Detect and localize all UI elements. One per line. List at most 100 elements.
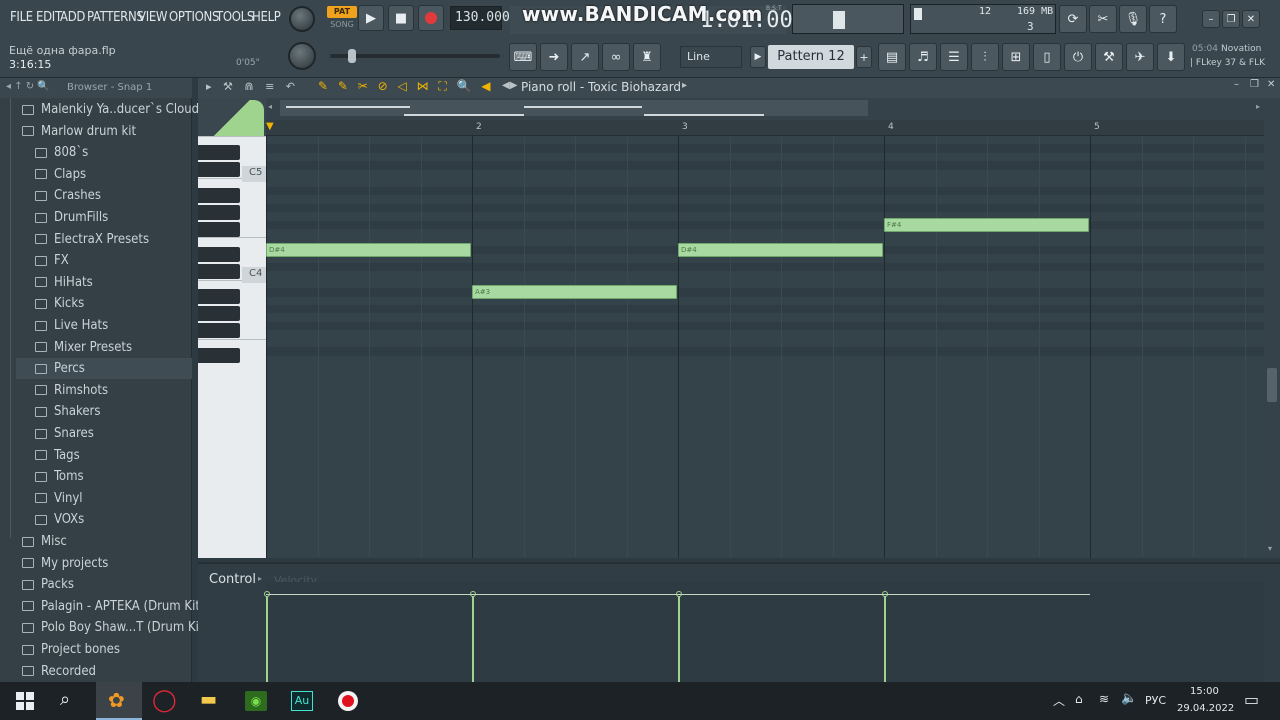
tray-network-icon[interactable]: ⌂	[1075, 692, 1083, 706]
horizontal-scrollbar[interactable]: ◂ ▸	[266, 98, 1280, 120]
scroll-track[interactable]	[280, 100, 868, 116]
black-key[interactable]	[198, 348, 240, 364]
browser-item[interactable]: Shakers	[35, 401, 100, 422]
browser-item[interactable]: HiHats	[35, 272, 93, 293]
master-volume-knob[interactable]	[289, 6, 315, 32]
menu-view[interactable]: VIEW	[138, 10, 168, 25]
pat-mode-button[interactable]: PAT	[327, 6, 357, 18]
record-button[interactable]	[418, 5, 444, 31]
typing-keyboard-button[interactable]: ⌨	[509, 43, 537, 71]
pr-maximize-icon[interactable]: ❐	[1250, 79, 1259, 90]
browser-item[interactable]: Marlow drum kit	[22, 121, 136, 142]
note[interactable]: F#4	[884, 217, 1089, 232]
browser-item[interactable]: Rimshots	[35, 380, 108, 401]
browser-item[interactable]: 808`s	[35, 142, 88, 163]
close-button[interactable]: ✕	[1242, 10, 1260, 28]
clock-time[interactable]: 15:00	[1190, 686, 1219, 697]
maximize-button[interactable]: ❐	[1222, 10, 1240, 28]
pr-close-icon[interactable]: ✕	[1267, 79, 1275, 90]
browser-item[interactable]: Project bones	[22, 639, 120, 660]
browser-item[interactable]: Tags	[35, 445, 80, 466]
pattern-selector[interactable]: Pattern 12	[768, 45, 854, 69]
cut-button[interactable]: ✂	[1089, 5, 1117, 33]
scroll-down-icon[interactable]: ▾	[1268, 544, 1272, 553]
play-button[interactable]: ▶	[358, 5, 384, 31]
piano-keyboard[interactable]: C5 C4	[198, 136, 266, 558]
control-label[interactable]: Control	[209, 572, 256, 587]
black-key[interactable]	[198, 289, 240, 305]
clock-date[interactable]: 29.04.2022	[1177, 703, 1234, 714]
browser-item[interactable]: Live Hats	[35, 315, 108, 336]
wifi-icon[interactable]: ≋	[1099, 692, 1109, 706]
tempo-display[interactable]: 130.000	[450, 6, 510, 30]
browser-item[interactable]: Packs	[22, 574, 74, 595]
browser-item[interactable]: FX	[35, 250, 69, 271]
refresh-button[interactable]: ⟳	[1059, 5, 1087, 33]
link-button[interactable]: ∞	[602, 43, 630, 71]
browser-item[interactable]: Snares	[35, 423, 94, 444]
browser-item[interactable]: Toms	[35, 466, 84, 487]
browser-item[interactable]: ElectraX Presets	[35, 229, 149, 250]
tray-chevron-icon[interactable]: ︿	[1053, 692, 1065, 709]
mixer-button[interactable]: ⫶	[971, 43, 999, 71]
tools-button[interactable]: ⚒	[1095, 43, 1123, 71]
browser-item[interactable]: Recorded	[22, 661, 96, 682]
step-edit-button[interactable]: ➜	[540, 43, 568, 71]
menu-edit[interactable]: EDIT	[36, 10, 62, 25]
browser-item[interactable]: Polo Boy Shaw...T (Drum Kit)	[22, 617, 208, 638]
black-key[interactable]	[198, 162, 240, 178]
corner-slider[interactable]	[200, 100, 264, 136]
black-key[interactable]	[198, 306, 240, 321]
browser-item[interactable]: VOXs	[35, 509, 84, 530]
menu-patterns[interactable]: PATTERNS	[87, 10, 144, 25]
channel-rack-button[interactable]: ☰	[940, 43, 968, 71]
browser-item[interactable]: Claps	[35, 164, 86, 185]
note[interactable]: D#4	[266, 242, 471, 257]
browser-button[interactable]: ⊞	[1002, 43, 1030, 71]
download-button[interactable]: ⬇	[1157, 43, 1185, 71]
black-key[interactable]	[198, 322, 240, 338]
black-key[interactable]	[198, 246, 240, 262]
browser-item[interactable]: Misc	[22, 531, 67, 552]
snap-mode-select[interactable]: Line	[680, 46, 742, 68]
blend-button[interactable]: ↗	[571, 43, 599, 71]
draw-tool-icon[interactable]: ✎ ✎ ✂ ⊘ ◁ ⋈ ⛶ 🔍 ◀	[318, 79, 494, 94]
browser-item[interactable]: Percs	[16, 358, 192, 380]
black-key[interactable]	[198, 145, 240, 161]
vertical-scrollbar[interactable]: ▾	[1264, 120, 1280, 558]
windows-start-icon[interactable]	[16, 692, 34, 710]
vertical-scroll-thumb[interactable]	[1267, 368, 1277, 402]
piano-roll-button[interactable]: ♬	[909, 43, 937, 71]
browser-item[interactable]: Palagin - APTEKA (Drum Kit)	[22, 596, 204, 617]
browser-item[interactable]: Kicks	[35, 293, 84, 314]
note-grid[interactable]: D#4 A#3 D#4 F#4	[266, 136, 1264, 558]
browser-item[interactable]: DrumFills	[35, 207, 108, 228]
playhead-marker[interactable]: ▼	[266, 121, 274, 132]
mic-button[interactable]: 🎙	[1119, 5, 1147, 33]
black-key[interactable]	[198, 263, 240, 279]
menu-tools[interactable]: TOOLS	[216, 10, 254, 25]
metronome-button[interactable]: ♜	[633, 43, 661, 71]
add-pattern-button[interactable]: +	[856, 46, 872, 68]
velocity-stem[interactable]	[266, 594, 268, 682]
language-indicator[interactable]: РУС	[1145, 694, 1166, 707]
pr-minimize-icon[interactable]: –	[1234, 79, 1239, 90]
minimize-button[interactable]: –	[1202, 10, 1220, 28]
browser-item[interactable]: Crashes	[35, 185, 101, 206]
menu-help[interactable]: HELP	[252, 10, 281, 25]
project-info-button[interactable]: ▯	[1033, 43, 1061, 71]
black-key[interactable]	[198, 187, 240, 203]
browser-item[interactable]: Malenkiy Ya..ducer`s Cloud]	[22, 99, 204, 120]
browser-item[interactable]: My projects	[22, 553, 108, 574]
taskbar-fl-studio[interactable]: ✿	[96, 682, 142, 720]
menu-add[interactable]: ADD	[60, 10, 85, 25]
menu-file[interactable]: FILE	[10, 10, 33, 25]
nvidia-icon[interactable]: ◉	[245, 691, 267, 711]
velocity-stem[interactable]	[678, 594, 680, 682]
velocity-stem[interactable]	[884, 594, 886, 682]
browser-item[interactable]: Vinyl	[35, 488, 83, 509]
velocity-lane[interactable]	[264, 582, 1264, 682]
file-explorer-icon[interactable]: ▬	[200, 689, 217, 710]
tempo-slider[interactable]	[330, 49, 500, 63]
timeline-ruler[interactable]: ▼ 2 3 4 5	[266, 120, 1264, 136]
